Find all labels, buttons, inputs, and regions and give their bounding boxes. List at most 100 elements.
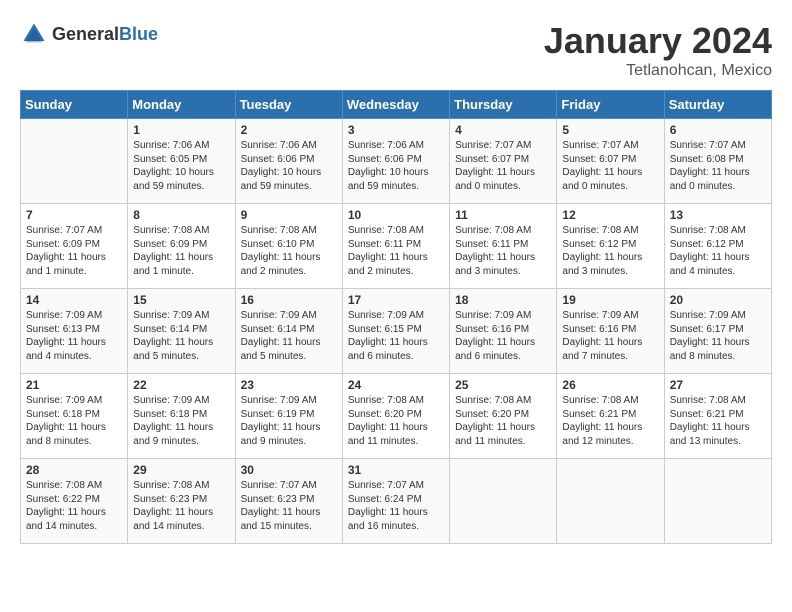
calendar-cell: 19Sunrise: 7:09 AM Sunset: 6:16 PM Dayli… xyxy=(557,289,664,374)
day-number: 23 xyxy=(241,378,337,392)
day-number: 5 xyxy=(562,123,658,137)
day-info: Sunrise: 7:07 AM Sunset: 6:07 PM Dayligh… xyxy=(562,139,658,193)
logo-text-general: General xyxy=(52,24,119,44)
day-number: 6 xyxy=(670,123,766,137)
calendar-cell: 8 Sunrise: 7:08 AM Sunset: 6:09 PM Daylig… xyxy=(128,204,235,289)
calendar-cell xyxy=(557,459,664,544)
day-number: 8 xyxy=(133,208,229,222)
day-info: Sunrise: 7:06 AM Sunset: 6:06 PM Dayligh… xyxy=(348,139,444,193)
title-area: January 2024 Tetlanohcan, Mexico xyxy=(544,20,772,80)
calendar-cell: 18 Sunrise: 7:09 AM Sunset: 6:16 PM Dayli… xyxy=(450,289,557,374)
day-number: 10 xyxy=(348,208,444,222)
calendar-cell: 28 Sunrise: 7:08 AM Sunset: 6:22 PM Dayli… xyxy=(21,459,128,544)
logo-icon xyxy=(20,20,48,48)
day-number: 13 xyxy=(670,208,766,222)
calendar-cell: 10 Sunrise: 7:08 AM Sunset: 6:11 PM Dayli… xyxy=(342,204,449,289)
day-info: Sunrise: 7:08 AM Sunset: 6:12 PM Dayligh… xyxy=(670,224,766,278)
calendar-cell: 13 Sunrise: 7:08 AM Sunset: 6:12 PM Dayli… xyxy=(664,204,771,289)
day-number: 9 xyxy=(241,208,337,222)
day-info: Sunrise: 7:08 AM Sunset: 6:23 PM Dayligh… xyxy=(133,479,229,533)
calendar-cell xyxy=(450,459,557,544)
calendar-cell: 16 Sunrise: 7:09 AM Sunset: 6:14 PM Dayli… xyxy=(235,289,342,374)
calendar-cell: 29 Sunrise: 7:08 AM Sunset: 6:23 PM Dayli… xyxy=(128,459,235,544)
calendar-cell: 22 Sunrise: 7:09 AM Sunset: 6:18 PM Dayli… xyxy=(128,374,235,459)
calendar-cell: 14 Sunrise: 7:09 AM Sunset: 6:13 PM Dayli… xyxy=(21,289,128,374)
day-info: Sunrise: 7:08 AM Sunset: 6:21 PM Dayligh… xyxy=(670,394,766,448)
day-number: 11 xyxy=(455,208,551,222)
day-info: Sunrise: 7:09 AM Sunset: 6:15 PM Dayligh… xyxy=(348,309,444,363)
month-title: January 2024 xyxy=(544,20,772,62)
day-info: Sunrise: 7:08 AM Sunset: 6:21 PM Dayligh… xyxy=(562,394,658,448)
day-number: 31 xyxy=(348,463,444,477)
day-number: 2 xyxy=(241,123,337,137)
calendar-cell: 17Sunrise: 7:09 AM Sunset: 6:15 PM Dayli… xyxy=(342,289,449,374)
day-info: Sunrise: 7:08 AM Sunset: 6:11 PM Dayligh… xyxy=(455,224,551,278)
calendar-cell: 24Sunrise: 7:08 AM Sunset: 6:20 PM Dayli… xyxy=(342,374,449,459)
calendar-cell: 26 Sunrise: 7:08 AM Sunset: 6:21 PM Dayli… xyxy=(557,374,664,459)
day-number: 18 xyxy=(455,293,551,307)
day-number: 22 xyxy=(133,378,229,392)
header: GeneralBlue January 2024 Tetlanohcan, Me… xyxy=(20,20,772,80)
day-number: 3 xyxy=(348,123,444,137)
calendar-cell: 1Sunrise: 7:06 AM Sunset: 6:05 PM Daylig… xyxy=(128,119,235,204)
header-sunday: Sunday xyxy=(21,91,128,119)
day-number: 28 xyxy=(26,463,122,477)
day-number: 14 xyxy=(26,293,122,307)
calendar-cell: 6Sunrise: 7:07 AM Sunset: 6:08 PM Daylig… xyxy=(664,119,771,204)
calendar-week-row: 1Sunrise: 7:06 AM Sunset: 6:05 PM Daylig… xyxy=(21,119,772,204)
day-info: Sunrise: 7:09 AM Sunset: 6:18 PM Dayligh… xyxy=(133,394,229,448)
calendar-cell: 7Sunrise: 7:07 AM Sunset: 6:09 PM Daylig… xyxy=(21,204,128,289)
day-number: 29 xyxy=(133,463,229,477)
calendar-cell: 12Sunrise: 7:08 AM Sunset: 6:12 PM Dayli… xyxy=(557,204,664,289)
day-info: Sunrise: 7:09 AM Sunset: 6:19 PM Dayligh… xyxy=(241,394,337,448)
calendar-body: 1Sunrise: 7:06 AM Sunset: 6:05 PM Daylig… xyxy=(21,119,772,544)
day-number: 27 xyxy=(670,378,766,392)
day-info: Sunrise: 7:09 AM Sunset: 6:14 PM Dayligh… xyxy=(241,309,337,363)
header-saturday: Saturday xyxy=(664,91,771,119)
calendar-cell: 15 Sunrise: 7:09 AM Sunset: 6:14 PM Dayli… xyxy=(128,289,235,374)
day-info: Sunrise: 7:08 AM Sunset: 6:11 PM Dayligh… xyxy=(348,224,444,278)
calendar-cell: 25 Sunrise: 7:08 AM Sunset: 6:20 PM Dayli… xyxy=(450,374,557,459)
day-number: 15 xyxy=(133,293,229,307)
day-info: Sunrise: 7:08 AM Sunset: 6:09 PM Dayligh… xyxy=(133,224,229,278)
day-info: Sunrise: 7:07 AM Sunset: 6:07 PM Dayligh… xyxy=(455,139,551,193)
day-info: Sunrise: 7:07 AM Sunset: 6:24 PM Dayligh… xyxy=(348,479,444,533)
header-thursday: Thursday xyxy=(450,91,557,119)
day-info: Sunrise: 7:09 AM Sunset: 6:14 PM Dayligh… xyxy=(133,309,229,363)
day-info: Sunrise: 7:08 AM Sunset: 6:20 PM Dayligh… xyxy=(455,394,551,448)
calendar-cell xyxy=(664,459,771,544)
day-number: 7 xyxy=(26,208,122,222)
calendar-table: Sunday Monday Tuesday Wednesday Thursday… xyxy=(20,90,772,544)
calendar-cell: 31 Sunrise: 7:07 AM Sunset: 6:24 PM Dayli… xyxy=(342,459,449,544)
day-info: Sunrise: 7:09 AM Sunset: 6:18 PM Dayligh… xyxy=(26,394,122,448)
day-info: Sunrise: 7:06 AM Sunset: 6:06 PM Dayligh… xyxy=(241,139,337,193)
day-number: 26 xyxy=(562,378,658,392)
calendar-cell: 20Sunrise: 7:09 AM Sunset: 6:17 PM Dayli… xyxy=(664,289,771,374)
header-monday: Monday xyxy=(128,91,235,119)
day-info: Sunrise: 7:07 AM Sunset: 6:23 PM Dayligh… xyxy=(241,479,337,533)
calendar-cell: 2 Sunrise: 7:06 AM Sunset: 6:06 PM Daylig… xyxy=(235,119,342,204)
calendar-cell: 5 Sunrise: 7:07 AM Sunset: 6:07 PM Daylig… xyxy=(557,119,664,204)
calendar-cell: 11 Sunrise: 7:08 AM Sunset: 6:11 PM Dayli… xyxy=(450,204,557,289)
day-number: 12 xyxy=(562,208,658,222)
day-info: Sunrise: 7:09 AM Sunset: 6:16 PM Dayligh… xyxy=(455,309,551,363)
day-number: 25 xyxy=(455,378,551,392)
day-info: Sunrise: 7:09 AM Sunset: 6:13 PM Dayligh… xyxy=(26,309,122,363)
calendar-cell: 30 Sunrise: 7:07 AM Sunset: 6:23 PM Dayli… xyxy=(235,459,342,544)
calendar-week-row: 21Sunrise: 7:09 AM Sunset: 6:18 PM Dayli… xyxy=(21,374,772,459)
header-row: Sunday Monday Tuesday Wednesday Thursday… xyxy=(21,91,772,119)
calendar-week-row: 14 Sunrise: 7:09 AM Sunset: 6:13 PM Dayli… xyxy=(21,289,772,374)
header-wednesday: Wednesday xyxy=(342,91,449,119)
location-title: Tetlanohcan, Mexico xyxy=(544,62,772,80)
header-tuesday: Tuesday xyxy=(235,91,342,119)
calendar-week-row: 7Sunrise: 7:07 AM Sunset: 6:09 PM Daylig… xyxy=(21,204,772,289)
logo: GeneralBlue xyxy=(20,20,158,48)
calendar-cell: 27 Sunrise: 7:08 AM Sunset: 6:21 PM Dayli… xyxy=(664,374,771,459)
day-number: 16 xyxy=(241,293,337,307)
header-friday: Friday xyxy=(557,91,664,119)
day-info: Sunrise: 7:08 AM Sunset: 6:22 PM Dayligh… xyxy=(26,479,122,533)
day-number: 30 xyxy=(241,463,337,477)
day-info: Sunrise: 7:08 AM Sunset: 6:20 PM Dayligh… xyxy=(348,394,444,448)
calendar-cell: 4Sunrise: 7:07 AM Sunset: 6:07 PM Daylig… xyxy=(450,119,557,204)
calendar-cell: 9Sunrise: 7:08 AM Sunset: 6:10 PM Daylig… xyxy=(235,204,342,289)
